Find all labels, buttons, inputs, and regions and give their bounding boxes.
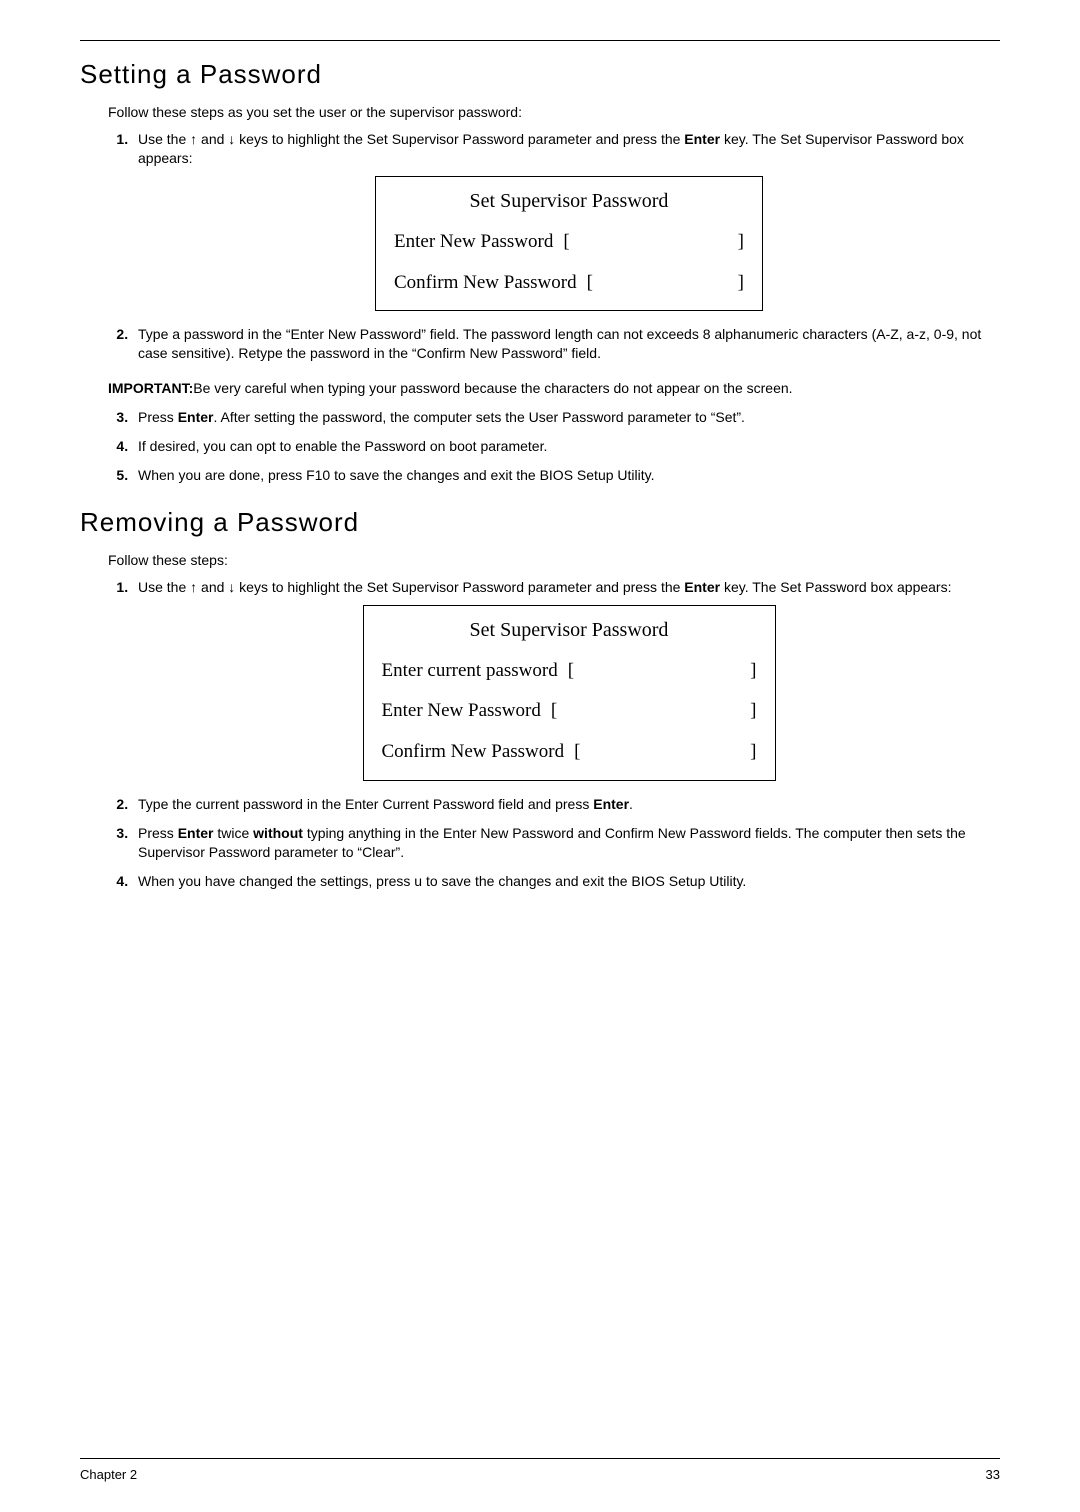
text: Use the	[138, 579, 190, 595]
bios-input-enter-new[interactable]: [ ]	[553, 231, 744, 254]
important-note: IMPORTANT:Be very careful when typing yo…	[80, 379, 1000, 398]
bios-input-confirm-new[interactable]: [ ]	[577, 272, 744, 295]
text: Press	[138, 825, 178, 841]
step-2-1: Use the ↑ and ↓ keys to highlight the Se…	[132, 578, 1000, 781]
text: Use the	[138, 131, 190, 147]
bios-row-enter-new: Enter New Password [ ]	[382, 700, 757, 723]
text: keys to highlight the Set Supervisor Pas…	[235, 579, 684, 595]
left-bracket-icon: [	[574, 741, 580, 764]
bios-box-set: Set Supervisor Password Enter New Passwo…	[375, 176, 763, 312]
heading-setting-password: Setting a Password	[80, 59, 1000, 90]
right-bracket-icon: ]	[750, 660, 756, 683]
step-2-3: Press Enter twice without typing anythin…	[132, 824, 1000, 862]
enter-key: Enter	[178, 825, 214, 841]
intro-1: Follow these steps as you set the user o…	[80, 104, 1000, 120]
right-bracket-icon: ]	[738, 231, 744, 254]
right-bracket-icon: ]	[750, 700, 756, 723]
text: and	[197, 131, 228, 147]
intro-2: Follow these steps:	[80, 552, 1000, 568]
bios-label: Enter current password	[382, 660, 558, 683]
text: Type the current password in the Enter C…	[138, 796, 593, 812]
bios-row-enter-new: Enter New Password [ ]	[394, 231, 744, 254]
bios-row-current: Enter current password [ ]	[382, 660, 757, 683]
step-1-1: Use the ↑ and ↓ keys to highlight the Se…	[132, 130, 1000, 311]
bottom-rule	[80, 1458, 1000, 1459]
right-bracket-icon: ]	[750, 741, 756, 764]
enter-key: Enter	[684, 579, 720, 595]
footer-page: 33	[986, 1467, 1000, 1482]
bios-title: Set Supervisor Password	[382, 618, 757, 642]
text: . After setting the password, the comput…	[213, 409, 744, 425]
important-text: Be very careful when typing your passwor…	[193, 380, 792, 396]
step-1-3: Press Enter. After setting the password,…	[132, 408, 1000, 427]
text: Press	[138, 409, 178, 425]
bios-row-confirm-new: Confirm New Password [ ]	[394, 272, 744, 295]
bios-label: Enter New Password	[394, 231, 553, 254]
bios-label: Enter New Password	[382, 700, 541, 723]
text: twice	[213, 825, 253, 841]
left-bracket-icon: [	[551, 700, 557, 723]
enter-key: Enter	[178, 409, 214, 425]
bios-input-confirm-new[interactable]: [ ]	[564, 741, 756, 764]
step-2-2: Type the current password in the Enter C…	[132, 795, 1000, 814]
bios-input-enter-new[interactable]: [ ]	[541, 700, 757, 723]
right-bracket-icon: ]	[738, 272, 744, 295]
bios-row-confirm-new: Confirm New Password [ ]	[382, 741, 757, 764]
enter-key: Enter	[684, 131, 720, 147]
bios-box-remove: Set Supervisor Password Enter current pa…	[363, 605, 776, 781]
left-bracket-icon: [	[568, 660, 574, 683]
footer: Chapter 2 33	[80, 1458, 1000, 1482]
text: and	[197, 579, 228, 595]
bios-label: Confirm New Password	[382, 741, 565, 764]
bios-title: Set Supervisor Password	[394, 189, 744, 213]
text: key. The Set Password box appears:	[720, 579, 951, 595]
step-1-2: Type a password in the “Enter New Passwo…	[132, 325, 1000, 363]
bios-input-current[interactable]: [ ]	[558, 660, 757, 683]
steps-setting-cont: Press Enter. After setting the password,…	[80, 408, 1000, 485]
steps-setting: Use the ↑ and ↓ keys to highlight the Se…	[80, 130, 1000, 363]
footer-row: Chapter 2 33	[80, 1467, 1000, 1482]
important-label: IMPORTANT:	[108, 380, 193, 396]
without: without	[253, 825, 303, 841]
page: Setting a Password Follow these steps as…	[0, 0, 1080, 1512]
step-1-4: If desired, you can opt to enable the Pa…	[132, 437, 1000, 456]
bios-label: Confirm New Password	[394, 272, 577, 295]
left-bracket-icon: [	[587, 272, 593, 295]
enter-key: Enter	[593, 796, 629, 812]
heading-removing-password: Removing a Password	[80, 507, 1000, 538]
step-1-5: When you are done, press F10 to save the…	[132, 466, 1000, 485]
text: .	[629, 796, 633, 812]
footer-chapter: Chapter 2	[80, 1467, 137, 1482]
content: Setting a Password Follow these steps as…	[80, 41, 1000, 891]
steps-removing: Use the ↑ and ↓ keys to highlight the Se…	[80, 578, 1000, 891]
step-2-4: When you have changed the settings, pres…	[132, 872, 1000, 891]
text: keys to highlight the Set Supervisor Pas…	[235, 131, 684, 147]
left-bracket-icon: [	[563, 231, 569, 254]
